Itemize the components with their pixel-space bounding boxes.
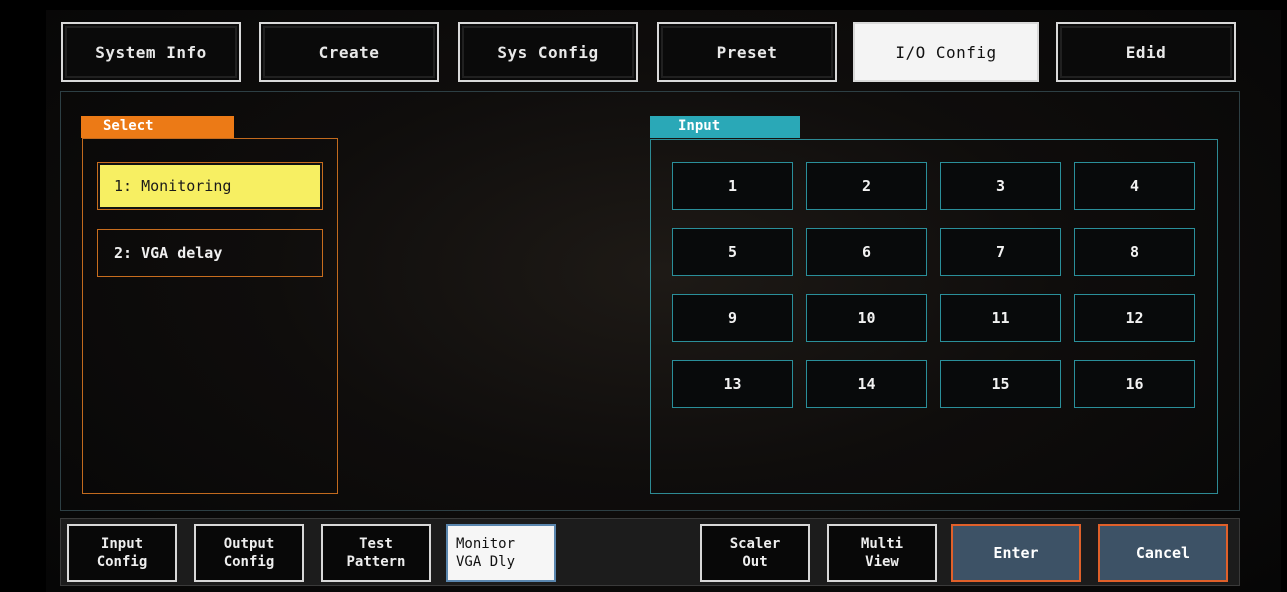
select-panel-title: Select	[81, 116, 234, 138]
tab-create[interactable]: Create	[259, 22, 439, 82]
input-button-11[interactable]: 11	[940, 294, 1061, 342]
select-item-vga-delay[interactable]: 2: VGA delay	[97, 229, 323, 277]
cancel-button[interactable]: Cancel	[1098, 524, 1228, 582]
monitor-vga-dly-button[interactable]: Monitor VGA Dly	[446, 524, 556, 582]
multi-view-button[interactable]: Multi View	[827, 524, 937, 582]
input-button-12[interactable]: 12	[1074, 294, 1195, 342]
input-button-6[interactable]: 6	[806, 228, 927, 276]
tab-system-info[interactable]: System Info	[61, 22, 241, 82]
input-button-4[interactable]: 4	[1074, 162, 1195, 210]
scaler-out-button[interactable]: Scaler Out	[700, 524, 810, 582]
input-button-1[interactable]: 1	[672, 162, 793, 210]
tab-sys-config[interactable]: Sys Config	[458, 22, 638, 82]
output-config-button[interactable]: Output Config	[194, 524, 304, 582]
input-button-16[interactable]: 16	[1074, 360, 1195, 408]
input-button-10[interactable]: 10	[806, 294, 927, 342]
input-button-9[interactable]: 9	[672, 294, 793, 342]
input-button-2[interactable]: 2	[806, 162, 927, 210]
input-button-3[interactable]: 3	[940, 162, 1061, 210]
tab-io-config[interactable]: I/O Config	[853, 22, 1039, 82]
input-button-14[interactable]: 14	[806, 360, 927, 408]
select-item-monitoring[interactable]: 1: Monitoring	[97, 162, 323, 210]
tab-preset[interactable]: Preset	[657, 22, 837, 82]
input-panel-title: Input	[650, 116, 800, 138]
input-button-13[interactable]: 13	[672, 360, 793, 408]
enter-button[interactable]: Enter	[951, 524, 1081, 582]
input-button-5[interactable]: 5	[672, 228, 793, 276]
test-pattern-button[interactable]: Test Pattern	[321, 524, 431, 582]
input-config-button[interactable]: Input Config	[67, 524, 177, 582]
input-button-15[interactable]: 15	[940, 360, 1061, 408]
input-button-8[interactable]: 8	[1074, 228, 1195, 276]
tab-edid[interactable]: Edid	[1056, 22, 1236, 82]
input-button-7[interactable]: 7	[940, 228, 1061, 276]
